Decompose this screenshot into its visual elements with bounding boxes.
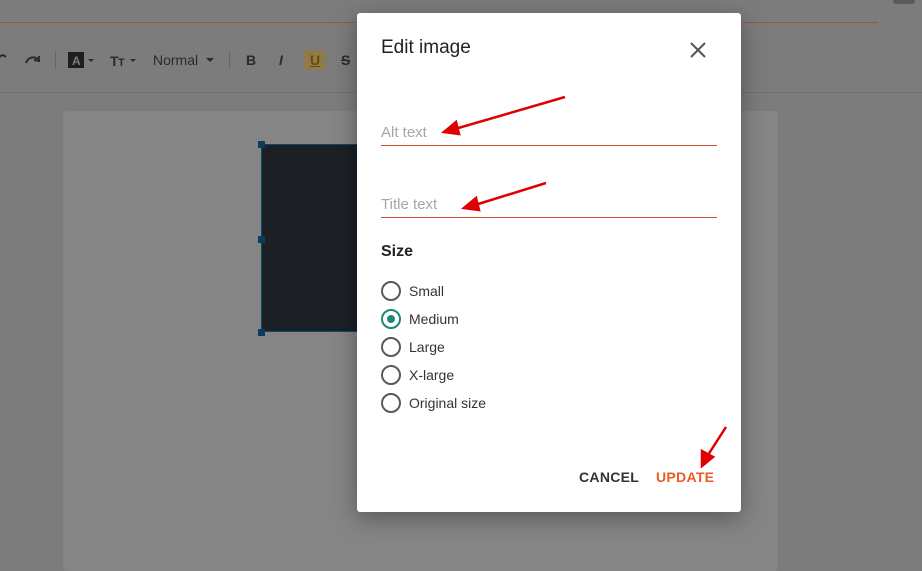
italic-icon: I [279,52,283,68]
update-button[interactable]: UPDATE [656,469,714,485]
strikethrough-button[interactable]: S [341,50,350,70]
redo-icon[interactable] [24,50,42,70]
radio-label: Small [409,283,445,299]
size-option-x-large[interactable]: X-large [381,363,454,387]
underline-icon: U [309,52,321,68]
toolbar-separator [229,52,230,68]
radio-button[interactable] [381,281,401,301]
size-option-medium[interactable]: Medium [381,307,459,331]
size-option-original[interactable]: Original size [381,391,486,415]
bold-button[interactable]: B [246,50,256,70]
text-color-icon[interactable]: A [68,50,98,70]
bold-icon: B [246,52,257,68]
strikethrough-icon: S [341,52,351,68]
close-button[interactable] [685,37,711,63]
size-heading: Size [381,243,414,260]
toolbar-separator [55,52,56,68]
chevron-down-icon [206,58,215,62]
size-option-large[interactable]: Large [381,335,445,359]
title-text-input[interactable] [381,196,717,213]
font-size-icon[interactable]: TT [110,50,140,70]
svg-text:A: A [72,54,81,68]
corner-tab [893,0,915,4]
radio-button[interactable] [381,393,401,413]
radio-label: X-large [409,367,455,383]
alt-text-field[interactable] [381,115,717,146]
radio-label: Medium [409,311,459,327]
underline-button[interactable]: U [304,50,326,70]
radio-label: Large [409,339,445,355]
resize-handle[interactable] [258,236,265,243]
radio-button[interactable] [381,337,401,357]
title-text-field[interactable] [381,187,717,218]
undo-icon[interactable] [0,50,10,70]
alt-text-input[interactable] [381,124,717,141]
edit-image-dialog: Edit image Size Small Medium Large X-lar… [357,13,741,512]
dialog-title: Edit image [381,37,471,58]
close-icon [690,42,706,58]
radio-label: Original size [409,395,487,411]
resize-handle[interactable] [258,329,265,336]
radio-button-selected[interactable] [381,309,401,329]
size-option-small[interactable]: Small [381,279,444,303]
cancel-button[interactable]: CANCEL [579,469,639,485]
italic-button[interactable]: I [279,50,283,70]
selected-image[interactable] [261,144,361,332]
paragraph-style-select[interactable]: Normal [153,50,216,70]
paragraph-style-label: Normal [153,52,199,68]
resize-handle[interactable] [258,141,265,148]
svg-text:T: T [118,57,125,68]
radio-button[interactable] [381,365,401,385]
